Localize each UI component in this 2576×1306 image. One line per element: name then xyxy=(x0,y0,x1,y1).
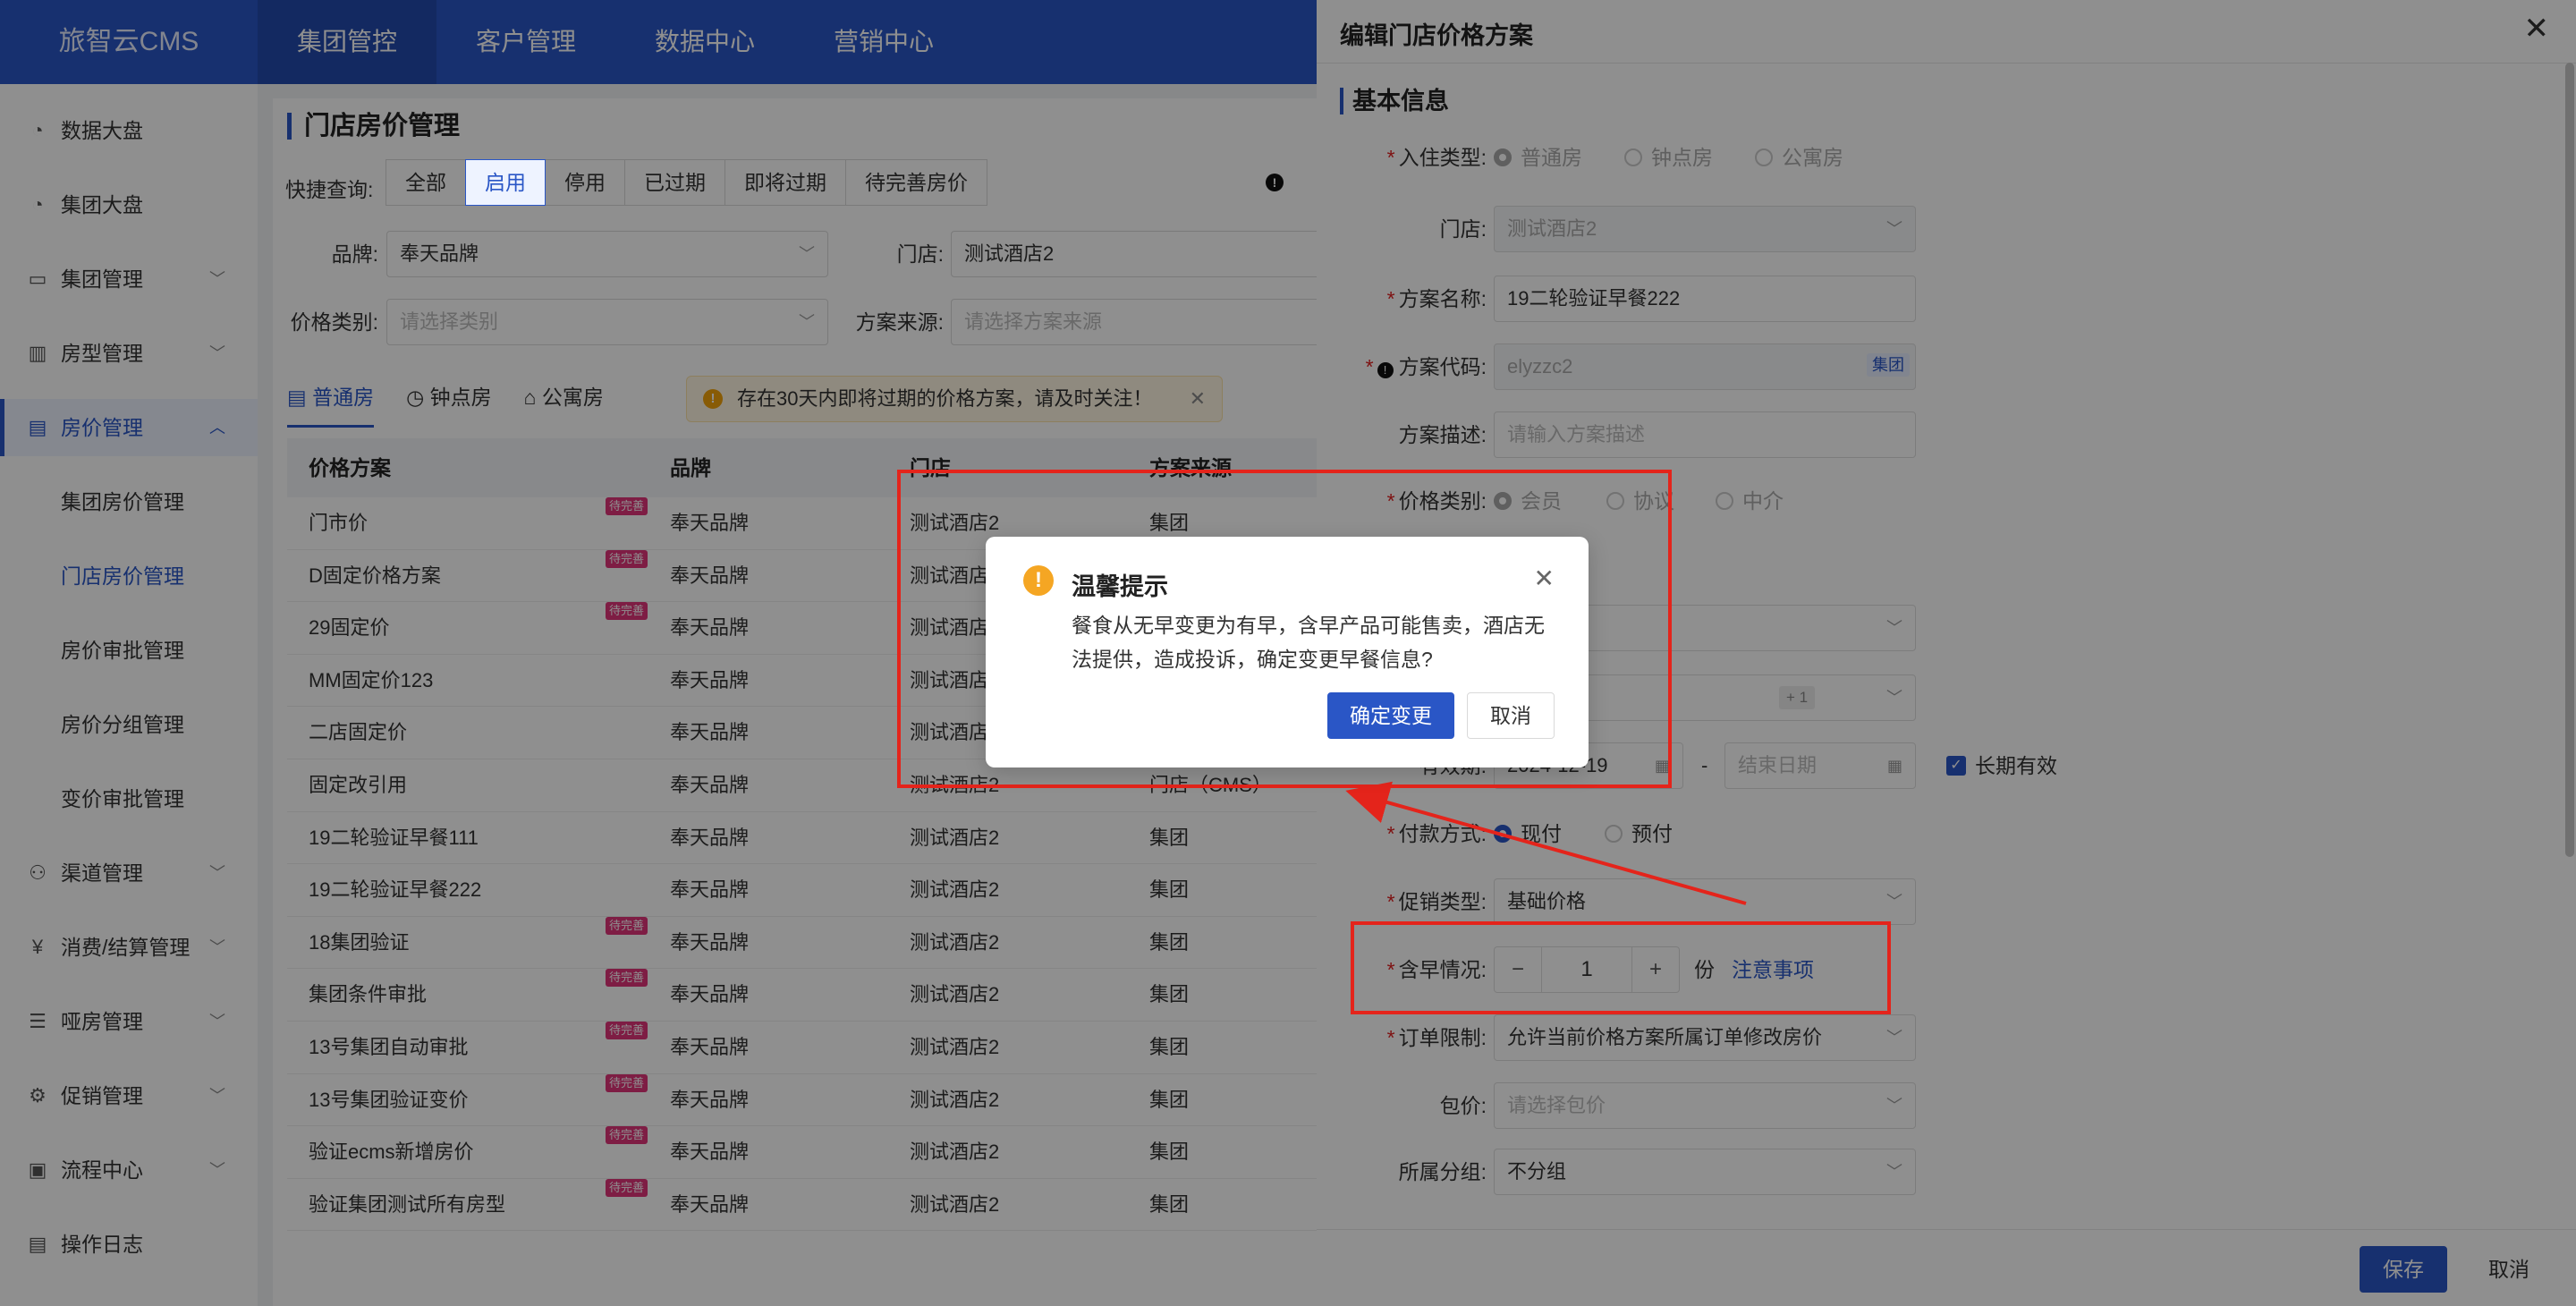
quick-enabled-button[interactable]: 启用 xyxy=(465,159,546,206)
dialog-title: 温馨提示 xyxy=(1072,573,1168,600)
dialog-cancel-button[interactable]: 取消 xyxy=(1467,692,1555,739)
confirm-change-button[interactable]: 确定变更 xyxy=(1327,692,1454,739)
warning-icon: ! xyxy=(1023,565,1054,596)
dialog-message: 餐食从无早变更为有早，含早产品可能售卖，酒店无法提供，造成投诉，确定变更早餐信息… xyxy=(1072,614,1545,671)
close-icon[interactable]: ✕ xyxy=(1534,564,1555,593)
confirm-dialog: ! 温馨提示 ✕ 餐食从无早变更为有早，含早产品可能售卖，酒店无法提供，造成投诉… xyxy=(986,537,1589,767)
